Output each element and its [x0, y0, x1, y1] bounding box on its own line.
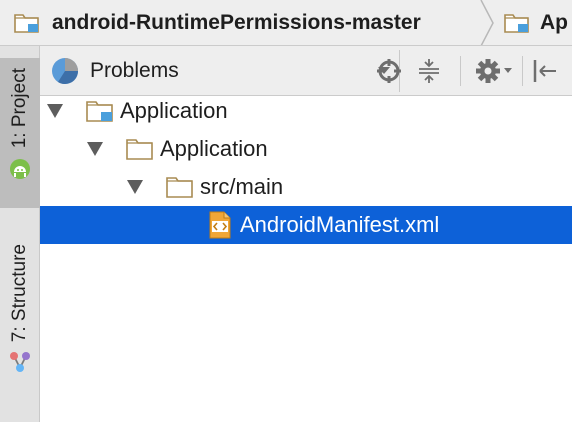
breadcrumb-label: android-RuntimePermissions-master	[52, 11, 421, 34]
tree-row-application-folder[interactable]: Application	[40, 130, 572, 168]
target-button[interactable]	[374, 55, 404, 87]
tree-row-application-module[interactable]: Application	[40, 92, 572, 130]
hide-panel-button[interactable]	[530, 55, 560, 87]
project-tree: Application Application src/main Android…	[40, 96, 572, 422]
tree-row-label: Application	[160, 136, 268, 161]
android-icon	[10, 159, 30, 180]
tree-row-label: AndroidManifest.xml	[240, 212, 440, 237]
tool-window-strip: 1: Project 7: Structure	[0, 46, 40, 422]
scope-dropdown-label: Problems	[90, 59, 179, 82]
structure-icon	[10, 352, 30, 373]
breadcrumb-item-project[interactable]: android-RuntimePermissions-master	[14, 0, 421, 45]
toolbar-separator	[460, 56, 461, 86]
tab-project-label: 1: Project	[9, 68, 30, 149]
collapse-all-button[interactable]	[414, 55, 444, 87]
tree-row-label: src/main	[200, 174, 284, 199]
xml-file-icon	[209, 211, 231, 239]
breadcrumb-separator	[480, 0, 494, 45]
expand-arrow-icon[interactable]	[127, 180, 143, 194]
folder-icon	[166, 177, 193, 198]
project-toolbar: Problems	[40, 46, 572, 96]
breadcrumb-item-application[interactable]: Ap	[504, 0, 568, 45]
folder-module-icon	[504, 14, 529, 33]
tab-structure[interactable]: 7: Structure	[0, 238, 40, 418]
collapse-all-icon	[419, 59, 439, 83]
settings-button[interactable]	[474, 55, 514, 87]
folder-module-icon	[86, 101, 113, 122]
folder-module-icon	[14, 14, 39, 33]
gear-icon	[476, 59, 512, 83]
pie-chart-icon	[52, 58, 79, 85]
target-icon	[377, 59, 401, 83]
toolbar-separator	[522, 56, 523, 86]
tab-project[interactable]: 1: Project	[0, 58, 40, 208]
scope-dropdown[interactable]: Problems	[50, 50, 400, 92]
expand-arrow-icon[interactable]	[47, 104, 63, 118]
folder-icon	[126, 139, 153, 160]
tab-structure-label: 7: Structure	[9, 244, 30, 343]
tree-row-src-main[interactable]: src/main	[40, 168, 572, 206]
tree-row-androidmanifest[interactable]: AndroidManifest.xml	[40, 206, 572, 244]
expand-arrow-icon[interactable]	[87, 142, 103, 156]
breadcrumb-label: Ap	[540, 11, 568, 34]
tree-row-label: Application	[120, 98, 228, 123]
hide-panel-icon	[533, 60, 556, 82]
breadcrumb: android-RuntimePermissions-master Ap	[0, 0, 572, 46]
